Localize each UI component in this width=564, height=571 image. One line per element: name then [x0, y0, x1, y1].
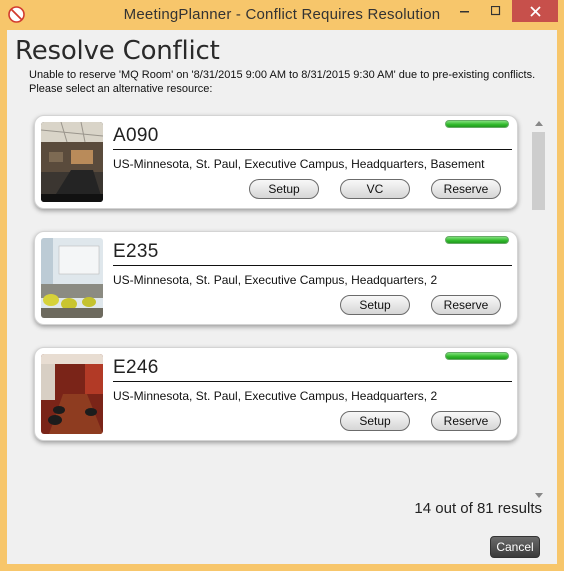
app-window: MeetingPlanner - Conflict Requires Resol…: [0, 0, 564, 571]
room-list[interactable]: A090 US-Minnesota, St. Paul, Executive C…: [27, 105, 547, 501]
room-location: US-Minnesota, St. Paul, Executive Campus…: [113, 273, 438, 287]
close-button[interactable]: [512, 0, 558, 22]
cancel-button[interactable]: Cancel: [490, 536, 540, 558]
maximize-button[interactable]: [482, 0, 510, 22]
room-name: A090: [113, 125, 512, 150]
results-count: 14 out of 81 results: [414, 500, 542, 517]
setup-button[interactable]: Setup: [340, 295, 410, 315]
window-title: MeetingPlanner - Conflict Requires Resol…: [123, 6, 441, 23]
minimize-button[interactable]: [451, 0, 479, 22]
vc-button[interactable]: VC: [340, 179, 410, 199]
room-photo: [41, 122, 103, 202]
reserve-button[interactable]: Reserve: [431, 295, 501, 315]
setup-button[interactable]: Setup: [249, 179, 319, 199]
reserve-button[interactable]: Reserve: [431, 179, 501, 199]
room-card[interactable]: E235 US-Minnesota, St. Paul, Executive C…: [34, 231, 518, 325]
dialog-body: Resolve Conflict Unable to reserve 'MQ R…: [7, 30, 557, 564]
availability-indicator: [445, 120, 509, 128]
room-card[interactable]: A090 US-Minnesota, St. Paul, Executive C…: [34, 115, 518, 209]
room-photo: [41, 354, 103, 434]
room-card[interactable]: E246 US-Minnesota, St. Paul, Executive C…: [34, 347, 518, 441]
title-bar[interactable]: MeetingPlanner - Conflict Requires Resol…: [0, 0, 564, 30]
chevron-up-icon[interactable]: [530, 117, 547, 129]
setup-button[interactable]: Setup: [340, 411, 410, 431]
room-location: US-Minnesota, St. Paul, Executive Campus…: [113, 389, 438, 403]
room-location: US-Minnesota, St. Paul, Executive Campus…: [113, 157, 485, 171]
page-title: Resolve Conflict: [15, 36, 220, 66]
vertical-scrollbar[interactable]: [530, 117, 547, 501]
room-name: E246: [113, 357, 512, 382]
availability-indicator: [445, 236, 509, 244]
conflict-message: Unable to reserve 'MQ Room' on '8/31/201…: [29, 69, 536, 95]
scrollbar-thumb[interactable]: [532, 132, 545, 210]
room-name: E235: [113, 241, 512, 266]
room-photo: [41, 238, 103, 318]
availability-indicator: [445, 352, 509, 360]
reserve-button[interactable]: Reserve: [431, 411, 501, 431]
